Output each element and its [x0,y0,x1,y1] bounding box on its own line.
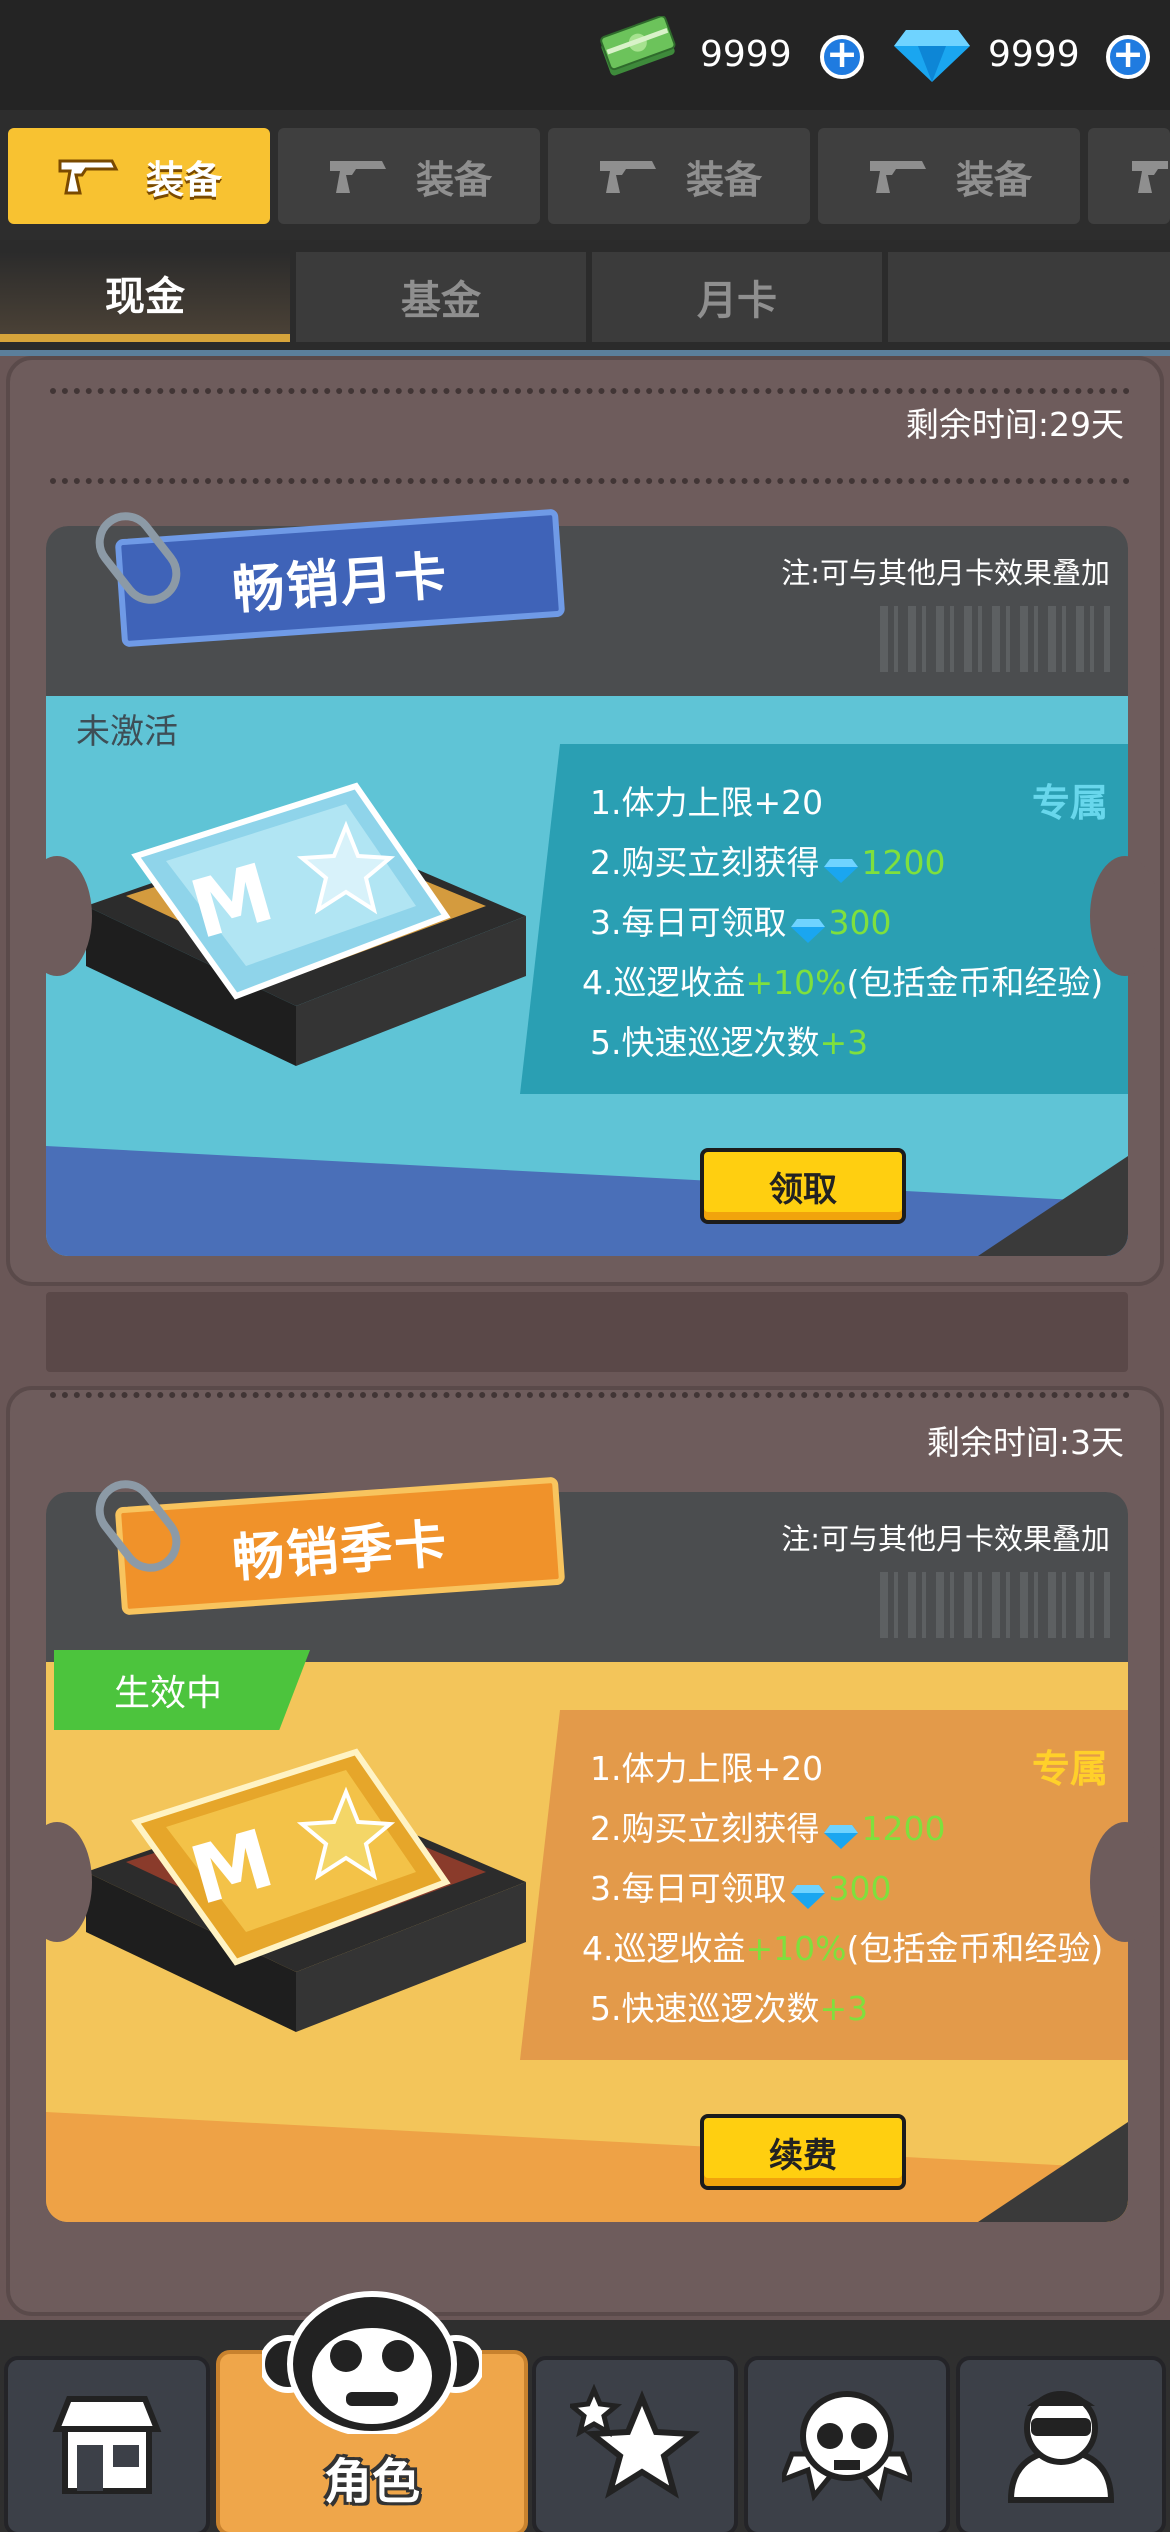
banner-title: 畅销季卡 [230,1514,451,1589]
status-label: 未激活 [76,712,178,752]
benefit-1: 1.体力上限+20 [590,1749,824,1788]
separator-bar [46,1292,1128,1372]
top-bar: 9999 + 9999 + [0,0,1170,110]
tab-label: 装备 [685,157,762,202]
team-icon [991,2384,1131,2508]
active-status-ribbon: 生效中 [54,1650,310,1730]
diamond-icon [790,1878,825,1909]
add-gems-button[interactable]: + [1106,35,1150,79]
gun-icon [326,155,390,197]
skull-icon [777,2384,917,2508]
tab-label: 基金 [401,278,481,324]
exclusive-label: 专属 [1031,781,1108,825]
nav-skull[interactable] [744,2356,950,2532]
benefit-3: 3.每日可领取 300 [590,903,892,943]
gun-icon [56,155,120,197]
gem-amount: 9999 [988,34,1080,75]
diamond-icon [790,912,825,943]
banner-title: 畅销月卡 [230,546,451,621]
ticket-notch [1090,1822,1160,1942]
benefit-3: 3.每日可领取 300 [590,1869,892,1909]
nav-shop[interactable] [4,2356,210,2532]
tab-empty[interactable] [888,252,1170,342]
nav-team[interactable] [956,2356,1166,2532]
exclusive-label: 专属 [1031,1747,1108,1791]
seasonal-card-box-icon: M [66,1722,546,2042]
cash-amount: 9999 [700,34,792,75]
claim-button[interactable]: 领取 [700,1148,906,1224]
diamond-icon [823,852,858,883]
tab-equipment-5-partial[interactable] [1088,128,1170,224]
divider [50,388,1130,394]
ticket-notch [22,1822,92,1942]
diamond-icon [823,1818,858,1849]
bottom-nav: 角色 [0,2291,1170,2532]
sub-tab-bar: 现金 基金 月卡 [0,240,1170,350]
shop-icon [47,2389,167,2503]
gun-icon [866,155,930,197]
tab-label: 月卡 [697,278,777,324]
stars-icon [565,2383,701,2508]
remaining-time: 剩余时间:3天 [926,1423,1124,1462]
divider [50,1392,1130,1398]
tab-label: 装备 [955,157,1032,202]
gun-icon [1128,155,1168,197]
benefits-panel: 专属 1.体力上限+20 2.购买立刻获得 1200 3.每日可领取 300 4.巡… [520,744,1128,1094]
benefit-5: 5.快速巡逻次数+3 [590,1989,869,2028]
benefit-4: 4.巡逻收益+10%(包括金币和经验) [582,963,1104,1002]
tab-cash[interactable]: 现金 [0,252,290,342]
monthly-card-box-icon: M [66,756,546,1076]
shop-content[interactable]: 剩余时间:29天 注:可与其他月卡效果叠加 未激活 M 专属 1.体力上限+20… [0,350,1170,2320]
tab-label: 现金 [105,274,185,320]
benefits-panel: 专属 1.体力上限+20 2.购买立刻获得 1200 3.每日可领取 300 4.巡… [520,1710,1128,2060]
tab-label: 装备 [145,157,222,202]
divider [50,478,1130,484]
stack-note: 注:可与其他月卡效果叠加 [781,1522,1110,1556]
renew-button[interactable]: 续费 [700,2114,906,2190]
benefit-1: 1.体力上限+20 [590,783,824,822]
monkey-face-icon [259,2284,485,2438]
tab-fund[interactable]: 基金 [296,252,586,342]
main-tab-bar: 装备 装备 装备 装备 [0,110,1170,240]
benefit-2: 2.购买立刻获得 1200 [590,1809,946,1849]
cash-stack-icon [596,15,680,82]
benefit-4: 4.巡逻收益+10%(包括金币和经验) [582,1929,1104,1968]
stack-note: 注:可与其他月卡效果叠加 [781,556,1110,590]
add-cash-button[interactable]: + [820,35,864,79]
ticket-notch [1090,856,1160,976]
tab-equipment-3[interactable]: 装备 [548,128,810,224]
nav-label: 角色 [323,2454,420,2510]
remaining-time: 剩余时间:29天 [905,405,1124,444]
benefit-2: 2.购买立刻获得 1200 [590,843,946,883]
tab-equipment-4[interactable]: 装备 [818,128,1080,224]
nav-stars[interactable] [532,2356,738,2532]
tab-equipment-2[interactable]: 装备 [278,128,540,224]
nav-character[interactable]: 角色 [216,2291,528,2532]
barcode-decoration [880,1572,1110,1638]
gun-icon [596,155,660,197]
barcode-decoration [880,606,1110,672]
diamond-icon [892,22,972,84]
tab-label: 装备 [415,157,492,202]
benefit-5: 5.快速巡逻次数+3 [590,1023,869,1062]
ticket-notch [22,856,92,976]
tab-monthly-card[interactable]: 月卡 [592,252,882,342]
tab-equipment-1[interactable]: 装备 [8,128,270,224]
status-label: 生效中 [114,1673,223,1714]
